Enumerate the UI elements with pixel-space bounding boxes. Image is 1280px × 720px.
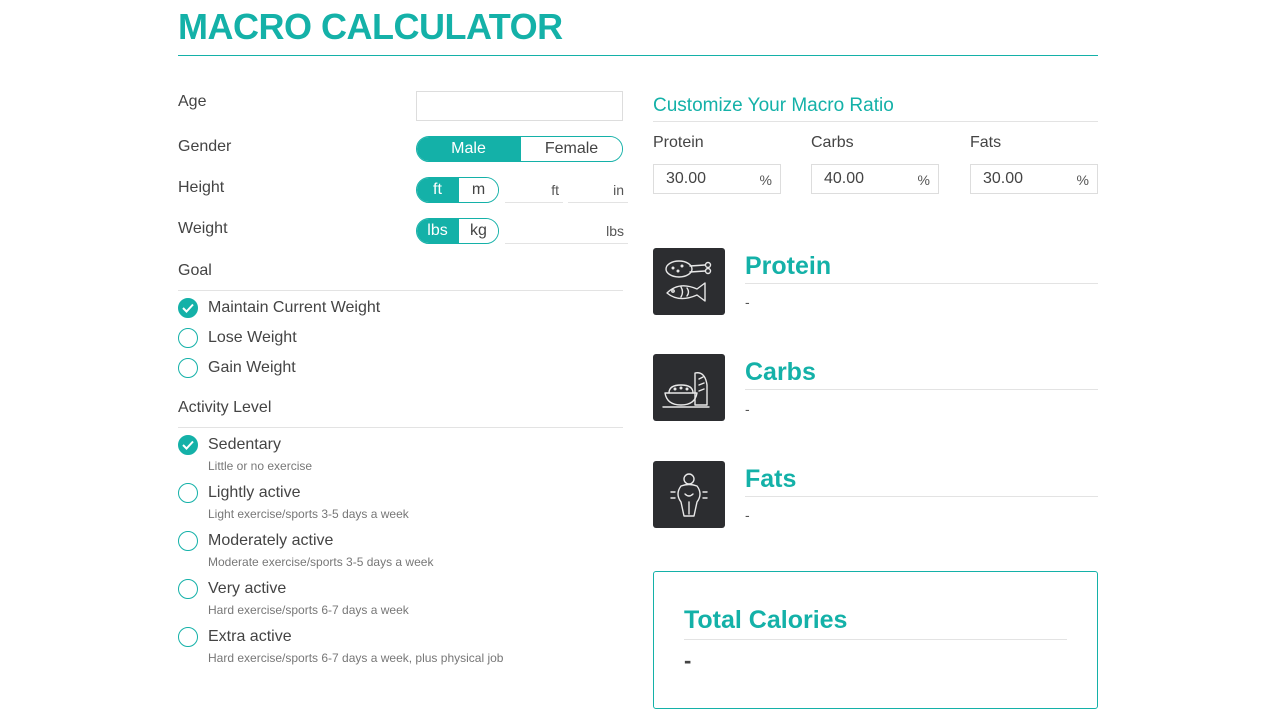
height-inches-input[interactable]: in: [568, 177, 628, 203]
activity-option-label: Moderately active: [208, 532, 334, 549]
goal-heading: Goal: [178, 262, 623, 291]
activity-option-sedentary[interactable]: Sedentary: [178, 435, 281, 455]
total-calories-value: -: [684, 648, 692, 673]
activity-heading: Activity Level: [178, 399, 623, 428]
radio-checked-icon: [178, 298, 198, 318]
goal-option-label: Gain Weight: [208, 359, 296, 376]
age-input[interactable]: [416, 91, 623, 121]
height-unit-toggle: ft m: [416, 177, 499, 203]
radio-unchecked-icon: [178, 627, 198, 647]
gender-female-button[interactable]: Female: [520, 137, 622, 161]
activity-option-label: Sedentary: [208, 436, 281, 453]
ratio-carbs-value: 40.00: [824, 170, 865, 187]
ratio-fats-input[interactable]: 30.00 %: [970, 164, 1098, 194]
weight-input[interactable]: lbs: [505, 218, 628, 244]
activity-option-moderately-active[interactable]: Moderately active: [178, 531, 333, 551]
title-divider: [178, 55, 1098, 56]
radio-unchecked-icon: [178, 328, 198, 348]
protein-result-title: Protein: [745, 252, 1098, 284]
age-label: Age: [178, 93, 207, 110]
activity-option-very-active[interactable]: Very active: [178, 579, 286, 599]
goal-option-maintain[interactable]: Maintain Current Weight: [178, 298, 380, 318]
height-feet-input[interactable]: ft: [505, 177, 563, 203]
percent-suffix: %: [917, 172, 930, 188]
macro-ratio-title: Customize Your Macro Ratio: [653, 95, 1098, 122]
activity-option-extra-active[interactable]: Extra active: [178, 627, 292, 647]
fats-result-title: Fats: [745, 465, 1098, 497]
carbs-result-value: -: [745, 401, 750, 417]
weight-unit-kg-button[interactable]: kg: [458, 219, 498, 243]
ratio-carbs-input[interactable]: 40.00 %: [811, 164, 939, 194]
activity-option-desc: Moderate exercise/sports 3-5 days a week: [208, 555, 434, 569]
activity-option-label: Extra active: [208, 628, 292, 645]
goal-option-lose[interactable]: Lose Weight: [178, 328, 297, 348]
percent-suffix: %: [1076, 172, 1089, 188]
carbs-result-title: Carbs: [745, 358, 1098, 390]
activity-option-desc: Hard exercise/sports 6-7 days a week: [208, 603, 409, 617]
ratio-protein-input[interactable]: 30.00 %: [653, 164, 781, 194]
height-unit-ft-button[interactable]: ft: [417, 178, 458, 202]
ratio-carbs-label: Carbs: [811, 134, 854, 151]
ratio-fats-value: 30.00: [983, 170, 1024, 187]
goal-option-gain[interactable]: Gain Weight: [178, 358, 296, 378]
activity-option-lightly-active[interactable]: Lightly active: [178, 483, 301, 503]
gender-label: Gender: [178, 138, 232, 155]
height-unit-m-button[interactable]: m: [458, 178, 498, 202]
activity-option-label: Very active: [208, 580, 287, 597]
total-calories-title: Total Calories: [684, 606, 1067, 640]
ratio-protein-value: 30.00: [666, 170, 707, 187]
goal-option-label: Maintain Current Weight: [208, 299, 381, 316]
percent-suffix: %: [759, 172, 772, 188]
body-fat-icon: [653, 461, 725, 528]
height-label: Height: [178, 179, 225, 196]
weight-unit-lbs-button[interactable]: lbs: [417, 219, 458, 243]
total-calories-card: Total Calories -: [653, 571, 1098, 709]
activity-option-desc: Hard exercise/sports 6-7 days a week, pl…: [208, 651, 504, 665]
page-title: MACRO CALCULATOR: [178, 6, 563, 47]
ratio-fats-label: Fats: [970, 134, 1002, 151]
gender-male-button[interactable]: Male: [417, 137, 520, 161]
protein-result-value: -: [745, 294, 750, 310]
ratio-protein-label: Protein: [653, 134, 704, 151]
activity-option-desc: Little or no exercise: [208, 459, 313, 473]
radio-checked-icon: [178, 435, 198, 455]
activity-option-desc: Light exercise/sports 3-5 days a week: [208, 507, 409, 521]
activity-option-label: Lightly active: [208, 484, 301, 501]
goal-option-label: Lose Weight: [208, 329, 297, 346]
weight-unit-toggle: lbs kg: [416, 218, 499, 244]
fats-result-value: -: [745, 507, 750, 523]
gender-toggle: Male Female: [416, 136, 623, 162]
weight-label: Weight: [178, 220, 228, 237]
food-icon: [653, 248, 725, 315]
radio-unchecked-icon: [178, 483, 198, 503]
bread-bowl-icon: [653, 354, 725, 421]
radio-unchecked-icon: [178, 358, 198, 378]
radio-unchecked-icon: [178, 531, 198, 551]
radio-unchecked-icon: [178, 579, 198, 599]
